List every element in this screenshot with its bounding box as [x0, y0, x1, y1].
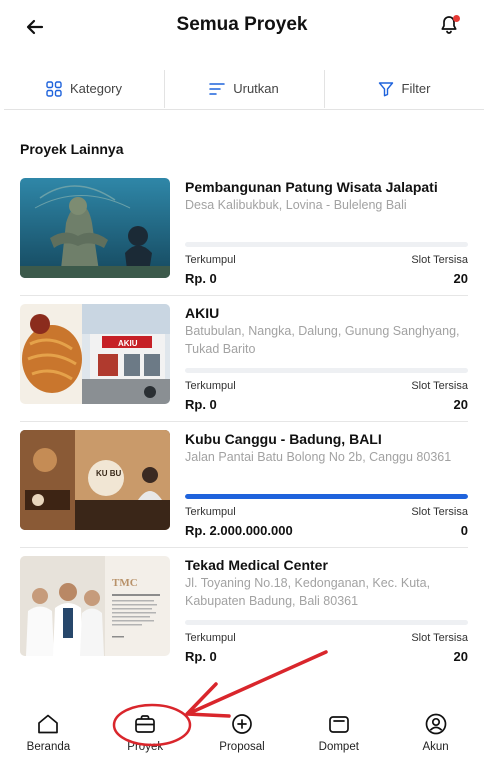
- tmc-logo-text: TMC: [112, 577, 138, 589]
- nav-item-beranda[interactable]: Beranda: [0, 704, 97, 768]
- project-card[interactable]: KU BU Kubu Canggu - Badung, BALI Jalan P…: [20, 422, 468, 548]
- project-card[interactable]: AKIU AKIU Batubulan, Nangka, Dalung, Gun…: [20, 296, 468, 422]
- app-header: Semua Proyek: [0, 0, 484, 52]
- sort-icon: [209, 82, 225, 95]
- project-info: AKIU Batubulan, Nangka, Dalung, Gunung S…: [185, 304, 468, 412]
- project-image: TMC: [20, 556, 170, 656]
- nav-item-dompet[interactable]: Dompet: [290, 704, 387, 768]
- project-address: Desa Kalibukbuk, Lovina - Buleleng Bali: [185, 198, 407, 212]
- nav-label: Beranda: [26, 741, 71, 753]
- project-info: Pembangunan Patung Wisata Jalapati Desa …: [185, 178, 468, 286]
- home-icon: [38, 714, 59, 734]
- filter-button[interactable]: Filter: [324, 68, 484, 109]
- funding-progress-bar: [185, 620, 468, 625]
- filter-label: Filter: [401, 81, 431, 96]
- project-info: Kubu Canggu - Badung, BALI Jalan Pantai …: [185, 430, 468, 538]
- slots-label: Slot Tersisa: [411, 632, 468, 644]
- category-button[interactable]: Kategory: [4, 68, 164, 109]
- wallet-icon: [328, 716, 349, 733]
- nav-label: Proyek: [127, 741, 164, 753]
- collected-amount: Rp. 0: [185, 649, 217, 664]
- plus-circle-icon: [232, 714, 252, 734]
- funding-progress-bar: [185, 368, 468, 373]
- project-name: Pembangunan Patung Wisata Jalapati: [185, 179, 438, 195]
- project-card[interactable]: TMC Tekad Medical Center Jl. Toyaning No…: [20, 548, 468, 674]
- category-label: Kategory: [69, 81, 123, 96]
- nav-item-proposal[interactable]: Proposal: [194, 704, 291, 768]
- funding-progress-bar: [185, 494, 468, 499]
- page-title: Semua Proyek: [176, 14, 308, 35]
- bottom-nav: Beranda Proyek Proposal Dompet Akun: [0, 704, 484, 768]
- slots-remaining: 20: [453, 271, 468, 286]
- slots-remaining: 0: [460, 523, 468, 538]
- project-image: [20, 178, 170, 278]
- kubu-logo-text: KU BU: [96, 469, 122, 478]
- nav-item-proyek[interactable]: Proyek: [97, 704, 194, 768]
- project-name: AKIU: [185, 305, 220, 321]
- collected-amount: Rp. 0: [185, 397, 217, 412]
- project-name: Tekad Medical Center: [185, 557, 328, 573]
- collected-label: Terkumpul: [185, 254, 236, 266]
- sort-label: Urutkan: [233, 81, 279, 96]
- project-address: Jalan Pantai Batu Bolong No 2b, Canggu 8…: [185, 450, 452, 464]
- slots-label: Slot Tersisa: [411, 254, 468, 266]
- project-image: AKIU: [20, 304, 170, 404]
- project-card[interactable]: Pembangunan Patung Wisata Jalapati Desa …: [20, 170, 468, 296]
- grid-icon: [46, 80, 62, 97]
- briefcase-icon: [135, 715, 156, 733]
- project-info: Tekad Medical Center Jl. Toyaning No.18,…: [185, 556, 468, 664]
- slots-remaining: 20: [453, 397, 468, 412]
- akiu-sign-text: AKIU: [118, 339, 138, 348]
- slots-remaining: 20: [453, 649, 468, 664]
- slots-label: Slot Tersisa: [411, 506, 468, 518]
- nav-label: Proposal: [219, 741, 265, 753]
- user-circle-icon: [425, 713, 446, 735]
- project-list: Pembangunan Patung Wisata Jalapati Desa …: [0, 170, 484, 674]
- project-address: Batubulan, Nangka, Dalung, Gunung Sanghy…: [185, 324, 460, 356]
- collected-amount: Rp. 2.000.000.000: [185, 523, 293, 538]
- nav-item-akun[interactable]: Akun: [387, 704, 484, 768]
- slots-label: Slot Tersisa: [411, 380, 468, 392]
- project-name: Kubu Canggu - Badung, BALI: [185, 431, 382, 447]
- project-image: KU BU: [20, 430, 170, 530]
- collected-label: Terkumpul: [185, 632, 236, 644]
- nav-label: Akun: [422, 741, 449, 753]
- project-address: Jl. Toyaning No.18, Kedonganan, Kec. Kut…: [185, 576, 431, 608]
- notification-badge: [453, 15, 460, 22]
- section-title: Proyek Lainnya: [20, 141, 124, 157]
- collected-amount: Rp. 0: [185, 271, 217, 286]
- funding-progress-bar: [185, 242, 468, 247]
- filter-bar: Kategory Urutkan Filter: [4, 68, 484, 110]
- collected-label: Terkumpul: [185, 506, 236, 518]
- collected-label: Terkumpul: [185, 380, 236, 392]
- notification-button[interactable]: [438, 14, 462, 38]
- nav-label: Dompet: [318, 741, 359, 753]
- funnel-icon: [378, 81, 393, 96]
- sort-button[interactable]: Urutkan: [164, 68, 324, 109]
